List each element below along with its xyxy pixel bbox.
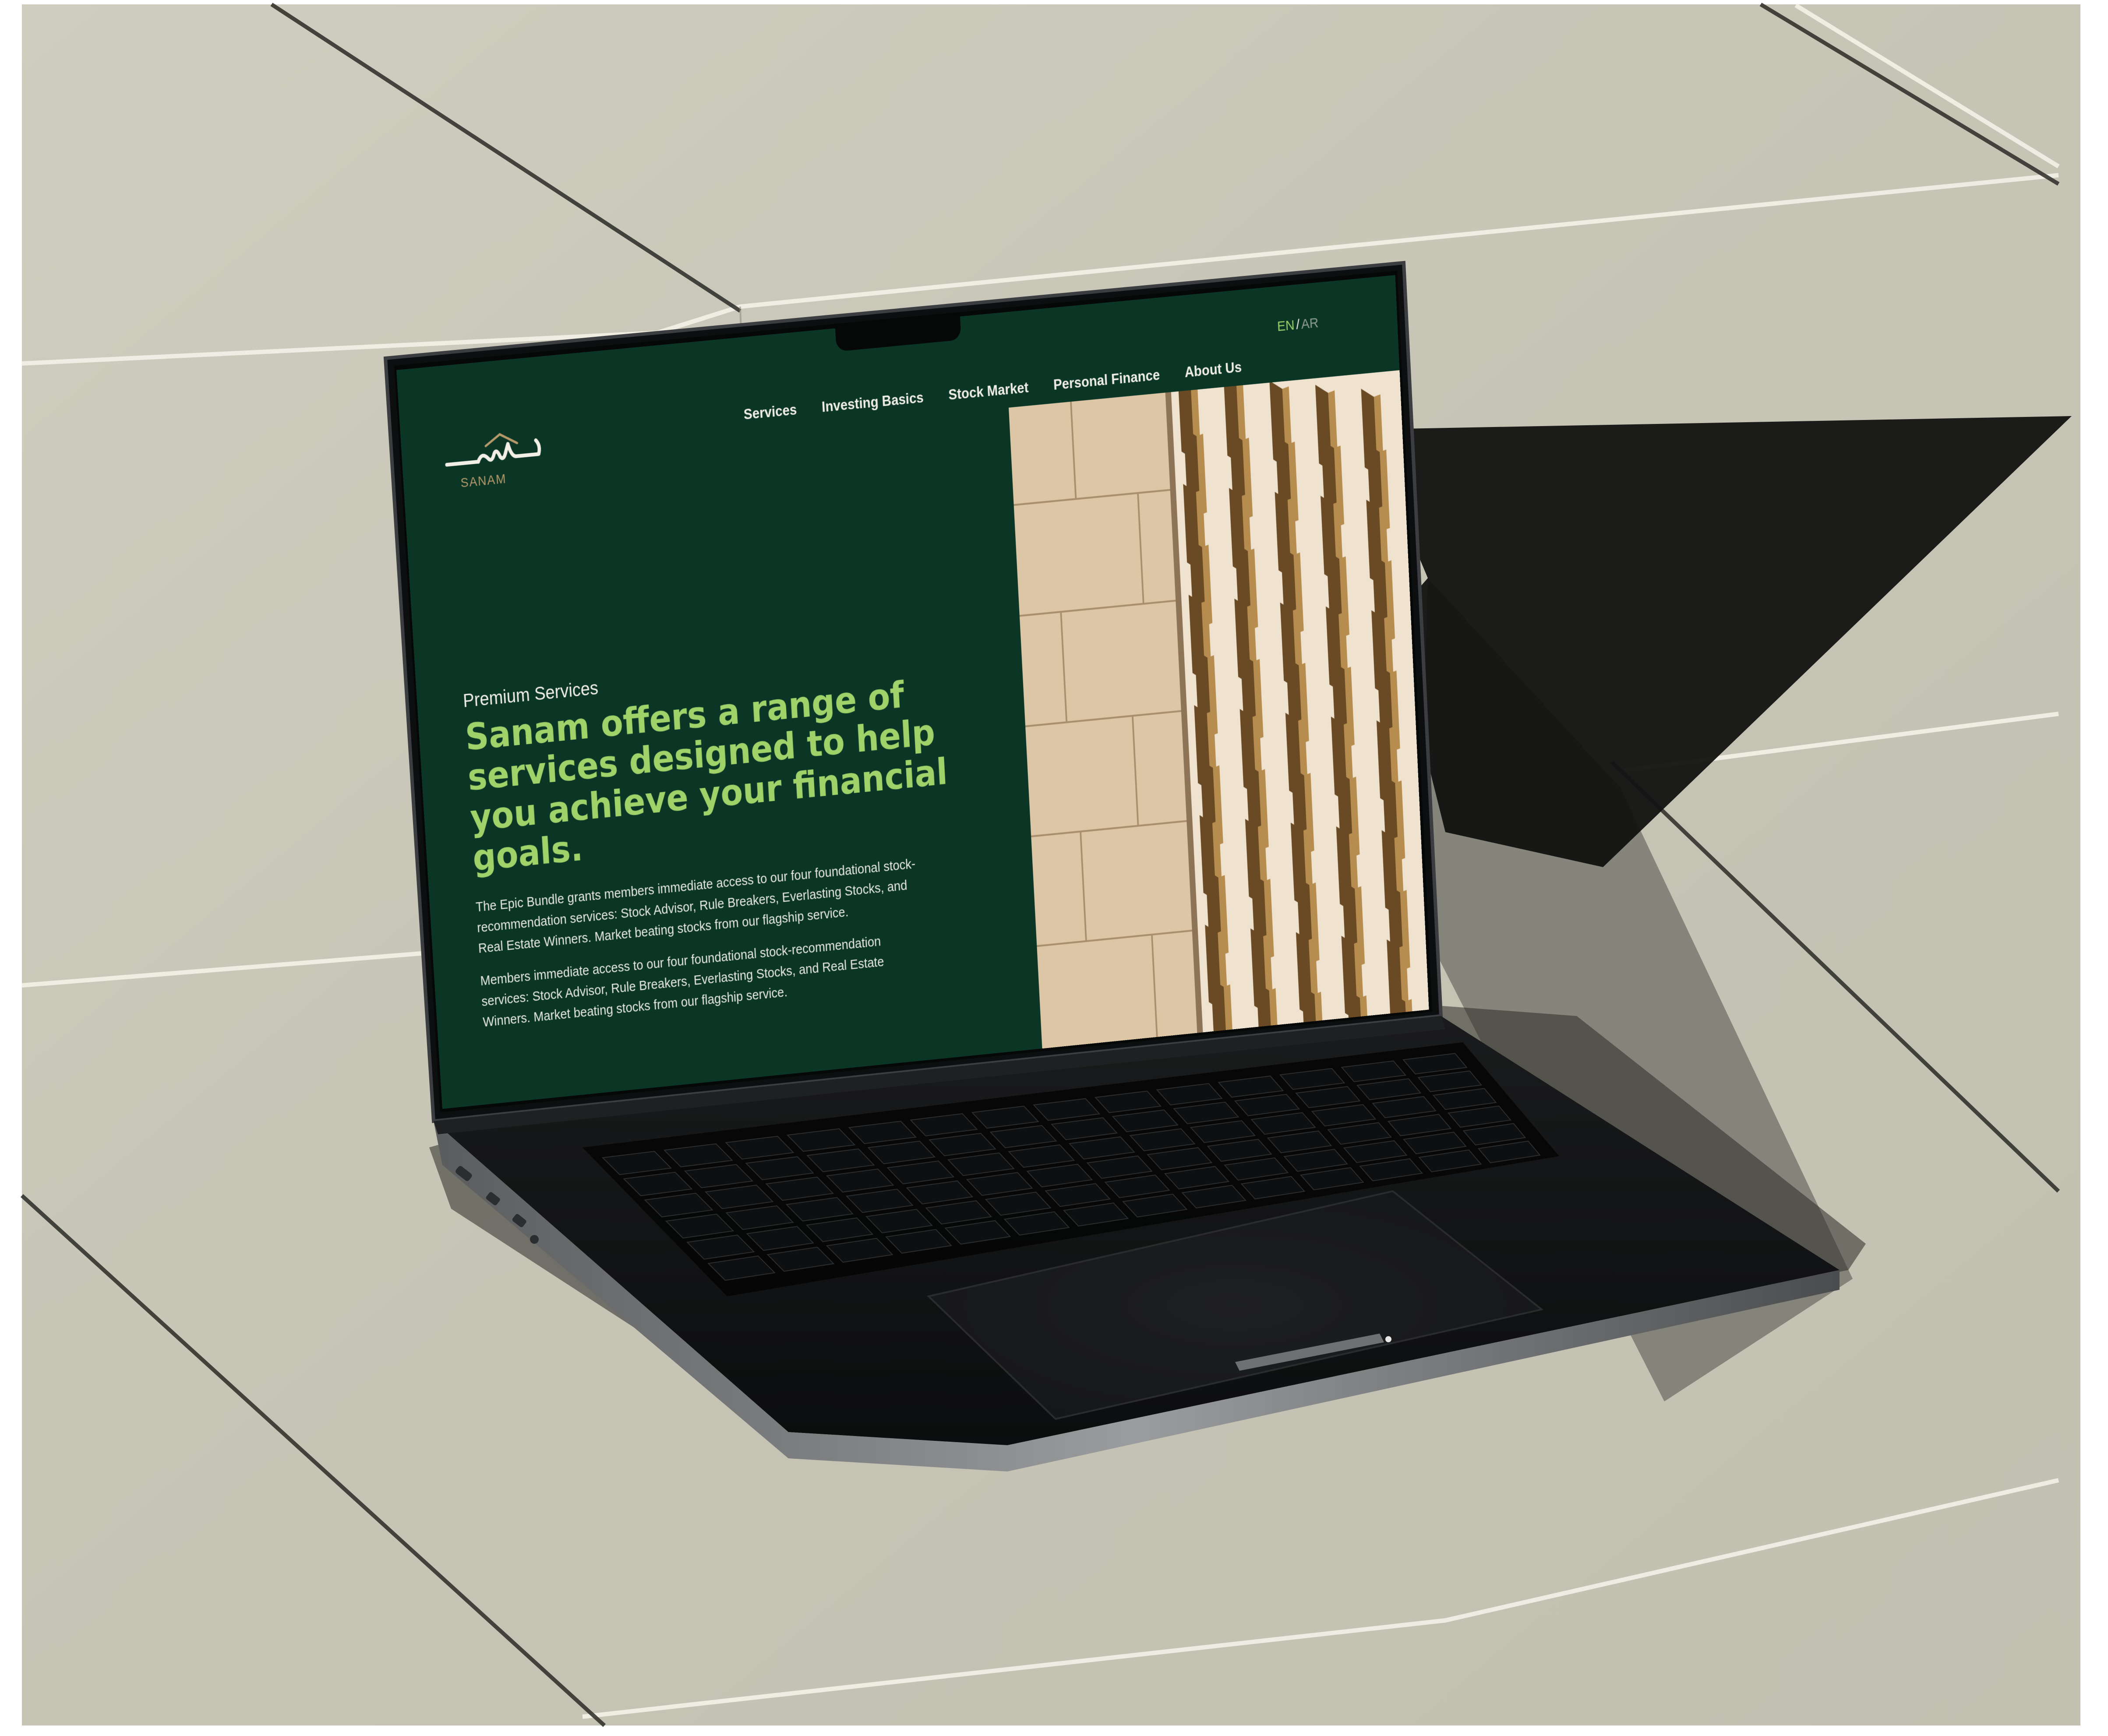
language-switcher: EN/AR	[1277, 315, 1319, 335]
language-separator: /	[1296, 317, 1300, 333]
nav-item-stock-market[interactable]: Stock Market	[948, 379, 1029, 404]
brand-name: SANAM	[460, 471, 507, 490]
nav-item-investing-basics[interactable]: Investing Basics	[821, 389, 924, 416]
language-en[interactable]: EN	[1277, 318, 1295, 335]
laptop-screen-webpage: SANAM Services Investing Basics Stock Ma…	[396, 275, 1429, 1109]
sanam-logo[interactable]: SANAM	[441, 426, 549, 492]
sanam-arabic-logo-icon	[441, 427, 544, 473]
building-facade-image	[1008, 370, 1429, 1049]
hero-content: Premium Services Sanam offers a range of…	[463, 642, 979, 1045]
nav-item-services[interactable]: Services	[743, 401, 797, 423]
nav-item-about-us[interactable]: About Us	[1184, 359, 1242, 381]
photo-scene: SANAM Services Investing Basics Stock Ma…	[0, 0, 2108, 1736]
nav-item-personal-finance[interactable]: Personal Finance	[1053, 367, 1160, 393]
language-ar[interactable]: AR	[1301, 315, 1319, 332]
